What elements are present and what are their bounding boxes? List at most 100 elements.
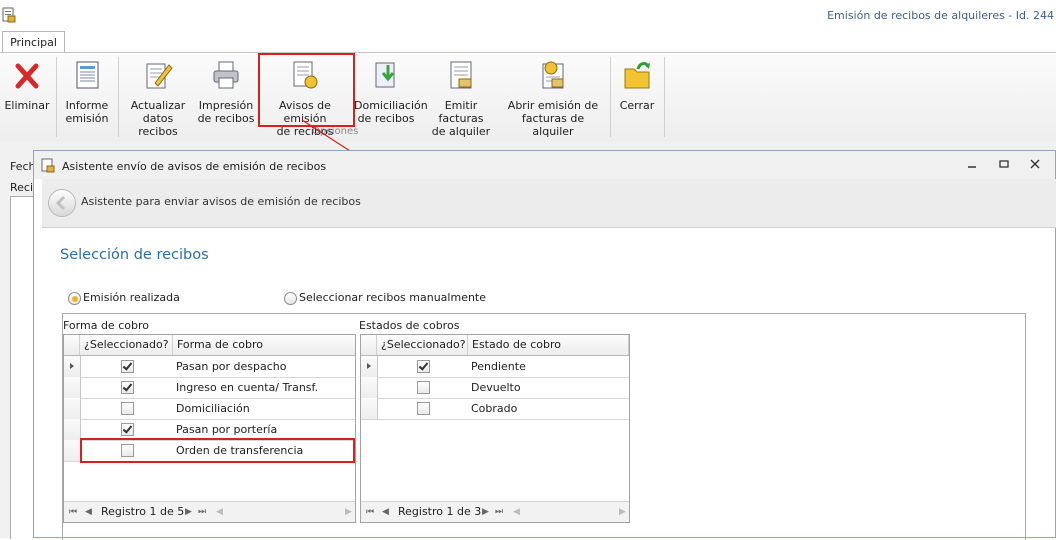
radio-seleccionar-manualmente[interactable] bbox=[284, 292, 297, 305]
section-title: Selección de recibos bbox=[60, 247, 209, 263]
invoice-icon bbox=[450, 61, 472, 89]
row-value: Pasan por portería bbox=[176, 423, 278, 436]
row-value: Pendiente bbox=[471, 360, 526, 373]
minimize-button[interactable] bbox=[964, 158, 980, 172]
prev-record-icon[interactable]: ◀ bbox=[85, 502, 92, 522]
scroll-left-icon[interactable]: ◀ bbox=[513, 502, 520, 522]
close-icon bbox=[1030, 159, 1040, 169]
report-icon bbox=[76, 61, 99, 89]
header-indicator bbox=[361, 335, 377, 355]
print-receipts-button[interactable]: Impresión de recibos bbox=[196, 59, 256, 125]
column-header[interactable]: ¿Seleccionado? bbox=[80, 335, 173, 355]
forma-cobro-grid: ¿Seleccionado? Forma de cobro Pasan por … bbox=[63, 334, 356, 523]
scroll-right-icon[interactable]: ▶ bbox=[345, 502, 352, 522]
close-dialog-button[interactable] bbox=[1027, 158, 1043, 172]
radio-emision-realizada[interactable] bbox=[68, 292, 81, 305]
close-button[interactable]: Cerrar bbox=[616, 59, 658, 125]
title-bar: Emisión de recibos de alquileres - Id. 2… bbox=[0, 0, 1056, 30]
table-row[interactable]: Ingreso en cuenta/ Transf. bbox=[64, 377, 355, 399]
row-checkbox[interactable] bbox=[121, 381, 134, 394]
window-title: Emisión de recibos de alquileres - Id. 2… bbox=[827, 9, 1054, 22]
row-indicator bbox=[64, 377, 81, 398]
delete-label: Eliminar bbox=[4, 99, 50, 112]
delete-button[interactable]: Eliminar bbox=[4, 59, 50, 125]
current-row-indicator bbox=[361, 356, 378, 377]
row-indicator bbox=[361, 398, 378, 419]
row-checkbox[interactable] bbox=[417, 402, 430, 415]
row-checkbox[interactable] bbox=[121, 423, 134, 436]
row-indicator bbox=[64, 440, 81, 461]
dialog-title: Asistente envío de avisos de emisión de … bbox=[62, 160, 327, 173]
table-row[interactable]: Devuelto bbox=[361, 377, 629, 399]
row-value: Domiciliación bbox=[176, 402, 250, 415]
grid-header: ¿Seleccionado? Forma de cobro bbox=[64, 335, 355, 356]
report-button[interactable]: Informe emisión bbox=[62, 59, 112, 125]
first-record-icon[interactable]: ⏮ bbox=[69, 502, 77, 522]
radio-label: Emisión realizada bbox=[83, 291, 180, 304]
record-counter: Registro 1 de 3 bbox=[398, 505, 482, 518]
back-arrow-icon bbox=[55, 195, 66, 211]
open-invoices-button[interactable]: Abrir emisión de facturas de alquiler bbox=[504, 59, 602, 138]
row-value: Ingreso en cuenta/ Transf. bbox=[176, 381, 319, 394]
open-invoice-icon bbox=[542, 61, 564, 89]
background-label: Fech bbox=[10, 160, 36, 173]
update-receipts-button[interactable]: Actualizar datos recibos bbox=[124, 59, 192, 138]
column-header[interactable]: Forma de cobro bbox=[173, 335, 355, 355]
table-row[interactable]: Domiciliación bbox=[64, 398, 355, 420]
last-record-icon[interactable]: ⏭ bbox=[495, 502, 503, 522]
table-row[interactable]: Cobrado bbox=[361, 398, 629, 420]
printer-icon bbox=[213, 61, 239, 89]
next-record-icon[interactable]: ▶ bbox=[185, 502, 192, 522]
table-row[interactable]: Pendiente bbox=[361, 356, 629, 378]
print-receipts-label: Impresión de recibos bbox=[197, 99, 255, 125]
back-button[interactable] bbox=[48, 189, 76, 217]
download-document-icon bbox=[375, 62, 395, 88]
tab-principal[interactable]: Principal bbox=[2, 31, 65, 54]
restore-button[interactable] bbox=[996, 158, 1012, 172]
app-icon bbox=[2, 7, 16, 23]
open-invoices-label: Abrir emisión de facturas de alquiler bbox=[507, 99, 599, 138]
ribbon: Eliminar Informe emisión Actualizar dato… bbox=[0, 52, 1056, 142]
direct-debit-button[interactable]: Domiciliación de recibos bbox=[354, 59, 428, 125]
dialog-title-bar: Asistente envío de avisos de emisión de … bbox=[34, 151, 1055, 179]
scroll-left-icon[interactable]: ◀ bbox=[216, 502, 223, 522]
update-receipts-label: Actualizar datos recibos bbox=[130, 99, 186, 138]
grid-navigator: ⏮ ◀ Registro 1 de 5 ▶ ⏭ ◀ ▶ bbox=[64, 501, 355, 522]
wizard-dialog: Asistente envío de avisos de emisión de … bbox=[33, 150, 1056, 540]
column-header[interactable]: ¿Seleccionado? bbox=[377, 335, 468, 355]
next-record-icon[interactable]: ▶ bbox=[482, 502, 489, 522]
dialog-app-icon bbox=[41, 158, 55, 173]
row-value: Devuelto bbox=[471, 381, 521, 394]
ribbon-separator bbox=[610, 57, 611, 137]
row-value: Cobrado bbox=[471, 402, 518, 415]
issue-invoices-label: Emitir facturas de alquiler bbox=[431, 99, 491, 138]
radio-label: Seleccionar recibos manualmente bbox=[299, 291, 487, 304]
ribbon-separator bbox=[664, 57, 665, 137]
row-indicator bbox=[361, 377, 378, 398]
row-indicator bbox=[64, 398, 81, 419]
row-checkbox[interactable] bbox=[417, 381, 430, 394]
grid-header: ¿Seleccionado? Estado de cobro bbox=[361, 335, 629, 356]
header-indicator bbox=[64, 335, 80, 355]
table-row[interactable]: Pasan por despacho bbox=[64, 356, 355, 378]
estados-cobro-label: Estados de cobros bbox=[359, 319, 460, 332]
ribbon-separator bbox=[56, 57, 57, 137]
last-record-icon[interactable]: ⏭ bbox=[198, 502, 206, 522]
forma-cobro-label: Forma de cobro bbox=[63, 319, 149, 332]
row-indicator bbox=[64, 419, 81, 440]
highlight-box bbox=[258, 53, 355, 127]
column-header[interactable]: Estado de cobro bbox=[468, 335, 629, 355]
background-grid bbox=[10, 196, 33, 539]
wizard-header: Asistente para enviar avisos de emisión … bbox=[42, 179, 1056, 228]
row-checkbox[interactable] bbox=[121, 402, 134, 415]
row-checkbox[interactable] bbox=[121, 360, 134, 373]
first-record-icon[interactable]: ⏮ bbox=[366, 502, 374, 522]
minimize-icon bbox=[968, 166, 976, 168]
record-counter: Registro 1 de 5 bbox=[101, 505, 185, 518]
issue-invoices-button[interactable]: Emitir facturas de alquiler bbox=[424, 59, 498, 138]
prev-record-icon[interactable]: ◀ bbox=[382, 502, 389, 522]
row-checkbox[interactable] bbox=[417, 360, 430, 373]
scroll-right-icon[interactable]: ▶ bbox=[619, 502, 626, 522]
current-row-indicator bbox=[64, 356, 81, 377]
highlight-box bbox=[80, 438, 355, 463]
